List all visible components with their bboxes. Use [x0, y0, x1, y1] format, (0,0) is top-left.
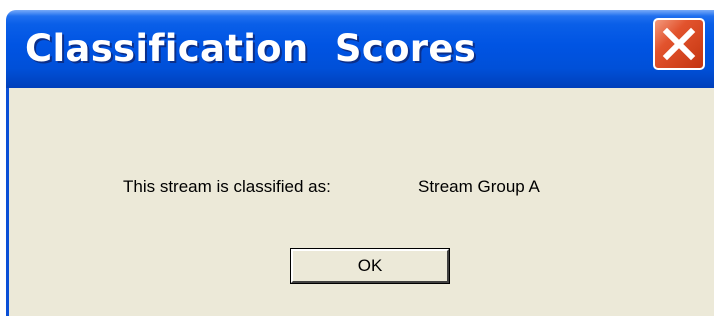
dialog-body: This stream is classified as: Stream Gro…	[6, 88, 714, 316]
close-button[interactable]	[653, 18, 705, 70]
close-icon	[662, 27, 696, 61]
classification-result: Stream Group A	[418, 177, 540, 196]
classification-label: This stream is classified as:	[123, 177, 331, 196]
window-title: Classification Scores	[25, 27, 477, 70]
title-bar[interactable]: Classification Scores	[6, 10, 714, 88]
classification-dialog: Classification Scores This stream is cla…	[0, 0, 714, 316]
ok-button[interactable]: OK	[290, 248, 450, 284]
ok-button-label: OK	[357, 256, 383, 275]
